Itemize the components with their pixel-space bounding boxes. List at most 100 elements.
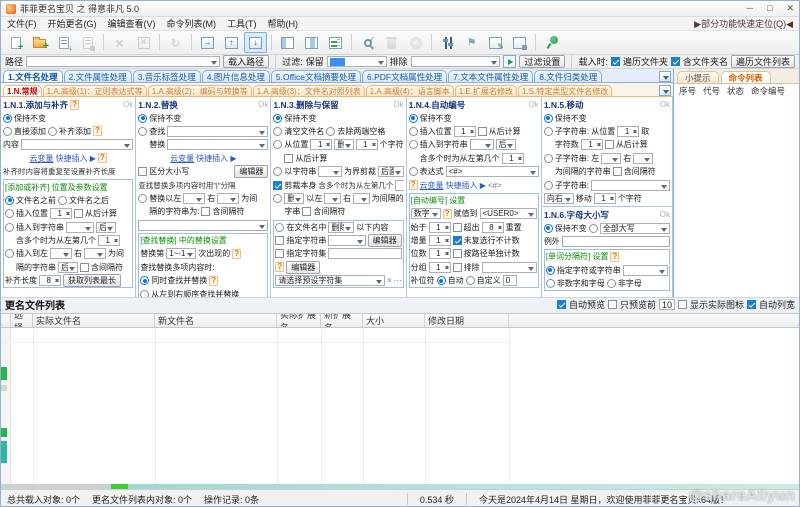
start-spinner[interactable]: 1 (429, 222, 451, 233)
tab-file-attr[interactable]: 2.文件属性处理 (64, 70, 132, 82)
exclude-checkbox[interactable] (453, 263, 462, 272)
close-icon[interactable]: × (387, 276, 392, 285)
tab-filename[interactable]: 1.文件名处理 (3, 70, 63, 82)
substring-pos-radio[interactable] (544, 127, 553, 136)
split-middle-column-icon[interactable] (300, 32, 323, 53)
from-end-checkbox[interactable] (605, 140, 614, 149)
help-icon[interactable]: ? (98, 153, 107, 163)
group-spinner[interactable]: 1 (429, 262, 451, 273)
before-after-select[interactable]: 后 (496, 139, 516, 150)
trash-icon[interactable] (380, 32, 403, 53)
direction-select[interactable]: 向右 (544, 193, 574, 204)
menu-start-rename[interactable]: 开始更名(G) (48, 17, 97, 30)
right-string-combo[interactable] (217, 193, 239, 204)
tab-music-tag[interactable]: 3.音乐标签处理 (133, 70, 201, 82)
charset-checkbox[interactable] (275, 249, 284, 258)
exclude-combo[interactable] (482, 262, 537, 273)
delete-icon[interactable] (108, 32, 131, 53)
move-up-icon[interactable] (220, 32, 243, 53)
insert-at-string-radio[interactable] (409, 140, 418, 149)
left-string-combo[interactable] (601, 153, 621, 164)
nth-range-select[interactable]: 1~-1 (166, 248, 196, 259)
clear-name-radio[interactable] (273, 127, 282, 136)
skip-unchecked-checkbox[interactable] (453, 236, 462, 245)
subtab-normal[interactable]: 1.N.常规 (3, 85, 42, 96)
pos-spinner[interactable]: 1 (310, 139, 332, 150)
menu-help[interactable]: 帮助(H) (268, 17, 299, 30)
auto-column-width-checkbox[interactable] (747, 300, 756, 309)
auto-preview-checkbox[interactable] (557, 300, 566, 309)
subtab-script[interactable]: 1.A.高级(4)：语言脚本 (366, 85, 454, 96)
left-string-combo[interactable] (183, 193, 205, 204)
tab-text-attr[interactable]: 7.文本文件属性处理 (448, 70, 533, 82)
non-alnum-radio[interactable] (546, 279, 555, 288)
tab-command-list[interactable]: 命令列表 (721, 71, 771, 83)
editor-button[interactable]: 编辑器 (234, 165, 268, 178)
count-spinner[interactable]: 1 (581, 139, 603, 150)
help-icon[interactable]: ? (232, 249, 241, 259)
left-string-combo[interactable] (324, 193, 341, 204)
subtab-mapping-list[interactable]: 1.A.高级(3)：文件名对照列表 (253, 85, 365, 96)
col-cmd-number[interactable]: 命令编号 (751, 85, 785, 97)
table-export-icon[interactable] (508, 32, 531, 53)
table-edit-icon[interactable] (484, 32, 507, 53)
custom-pad-radio[interactable] (466, 276, 475, 285)
by-string-radio[interactable] (273, 167, 282, 176)
charset-input[interactable] (328, 248, 401, 259)
replacement-combo[interactable] (138, 220, 268, 231)
expression-combo[interactable]: <#> (446, 166, 539, 177)
subtab-special-type[interactable]: 1.S.特定类型文件名修改 (518, 85, 612, 96)
keep-radio[interactable] (138, 114, 147, 123)
right-string-combo[interactable] (353, 193, 370, 204)
insert-pos-radio[interactable] (5, 209, 14, 218)
exception-input[interactable] (562, 236, 670, 247)
overflow-spinner[interactable]: 8 (482, 222, 504, 233)
right-string-combo[interactable] (84, 248, 106, 259)
flag-icon[interactable] (460, 32, 483, 53)
apply-filter-button[interactable] (503, 55, 516, 68)
pad-length-spinner[interactable]: 8 (39, 275, 61, 286)
maximize-button[interactable]: □ (767, 3, 772, 14)
menu-tools[interactable]: 工具(T) (227, 17, 257, 30)
insert-pos-spinner[interactable]: 1 (454, 126, 476, 137)
menu-edit-view[interactable]: 编辑查看(V) (108, 17, 156, 30)
move-right-icon[interactable] (196, 32, 219, 53)
delete-between-radio[interactable] (273, 194, 282, 203)
substring-between-radio[interactable] (544, 154, 553, 163)
cloud-var-link[interactable]: 云变量 (29, 153, 53, 164)
traverse-folders-checkbox[interactable] (611, 57, 620, 66)
save-list-icon[interactable] (76, 32, 99, 53)
col-select[interactable]: 选择 (11, 314, 33, 327)
nth-occurrence-spinner[interactable]: 1 (502, 153, 524, 164)
move-down-icon[interactable] (244, 32, 267, 53)
load-path-button[interactable]: 载入路径 (223, 55, 269, 68)
cloud-var-link[interactable]: 云变量 (170, 153, 194, 164)
spec-chars-radio[interactable] (546, 266, 555, 275)
from-end-checkbox[interactable] (74, 209, 83, 218)
help-icon[interactable]: ? (275, 262, 284, 272)
col-state[interactable]: 状态 (727, 85, 744, 97)
preset-charset-select[interactable]: 请选择预设字符集 (275, 275, 385, 286)
custom-pad-input[interactable]: 0 (503, 275, 517, 286)
per-path-checkbox[interactable] (453, 249, 462, 258)
delete-mode-select2[interactable]: 删除 (284, 193, 304, 204)
include-sep-checkbox[interactable] (80, 263, 89, 272)
digits-spinner[interactable]: 1 (429, 248, 451, 259)
split-left-column-icon[interactable] (276, 32, 299, 53)
tab-pdf-attr[interactable]: 6.PDF文档属性处理 (362, 70, 447, 82)
path-input[interactable] (26, 56, 220, 67)
refresh-icon[interactable] (164, 32, 187, 53)
help-icon[interactable]: ? (70, 100, 79, 110)
left-string-combo[interactable] (50, 248, 72, 259)
sep-pos-select[interactable]: 后 (58, 262, 78, 273)
quick-insert-link[interactable]: 快捷插入 ▶ (196, 153, 236, 164)
col-code[interactable]: 代号 (703, 85, 720, 97)
expression-radio[interactable] (409, 167, 418, 176)
sequential-radio[interactable] (140, 290, 149, 297)
keep-radio[interactable] (544, 224, 553, 233)
search-icon[interactable] (356, 32, 379, 53)
include-sep-checkbox[interactable] (201, 207, 210, 216)
limit-count-input[interactable]: 10 (659, 299, 675, 310)
quick-locate-link[interactable]: ▶部分功能快速定位(Q)◀ (694, 17, 793, 30)
after-name-radio[interactable] (58, 196, 67, 205)
